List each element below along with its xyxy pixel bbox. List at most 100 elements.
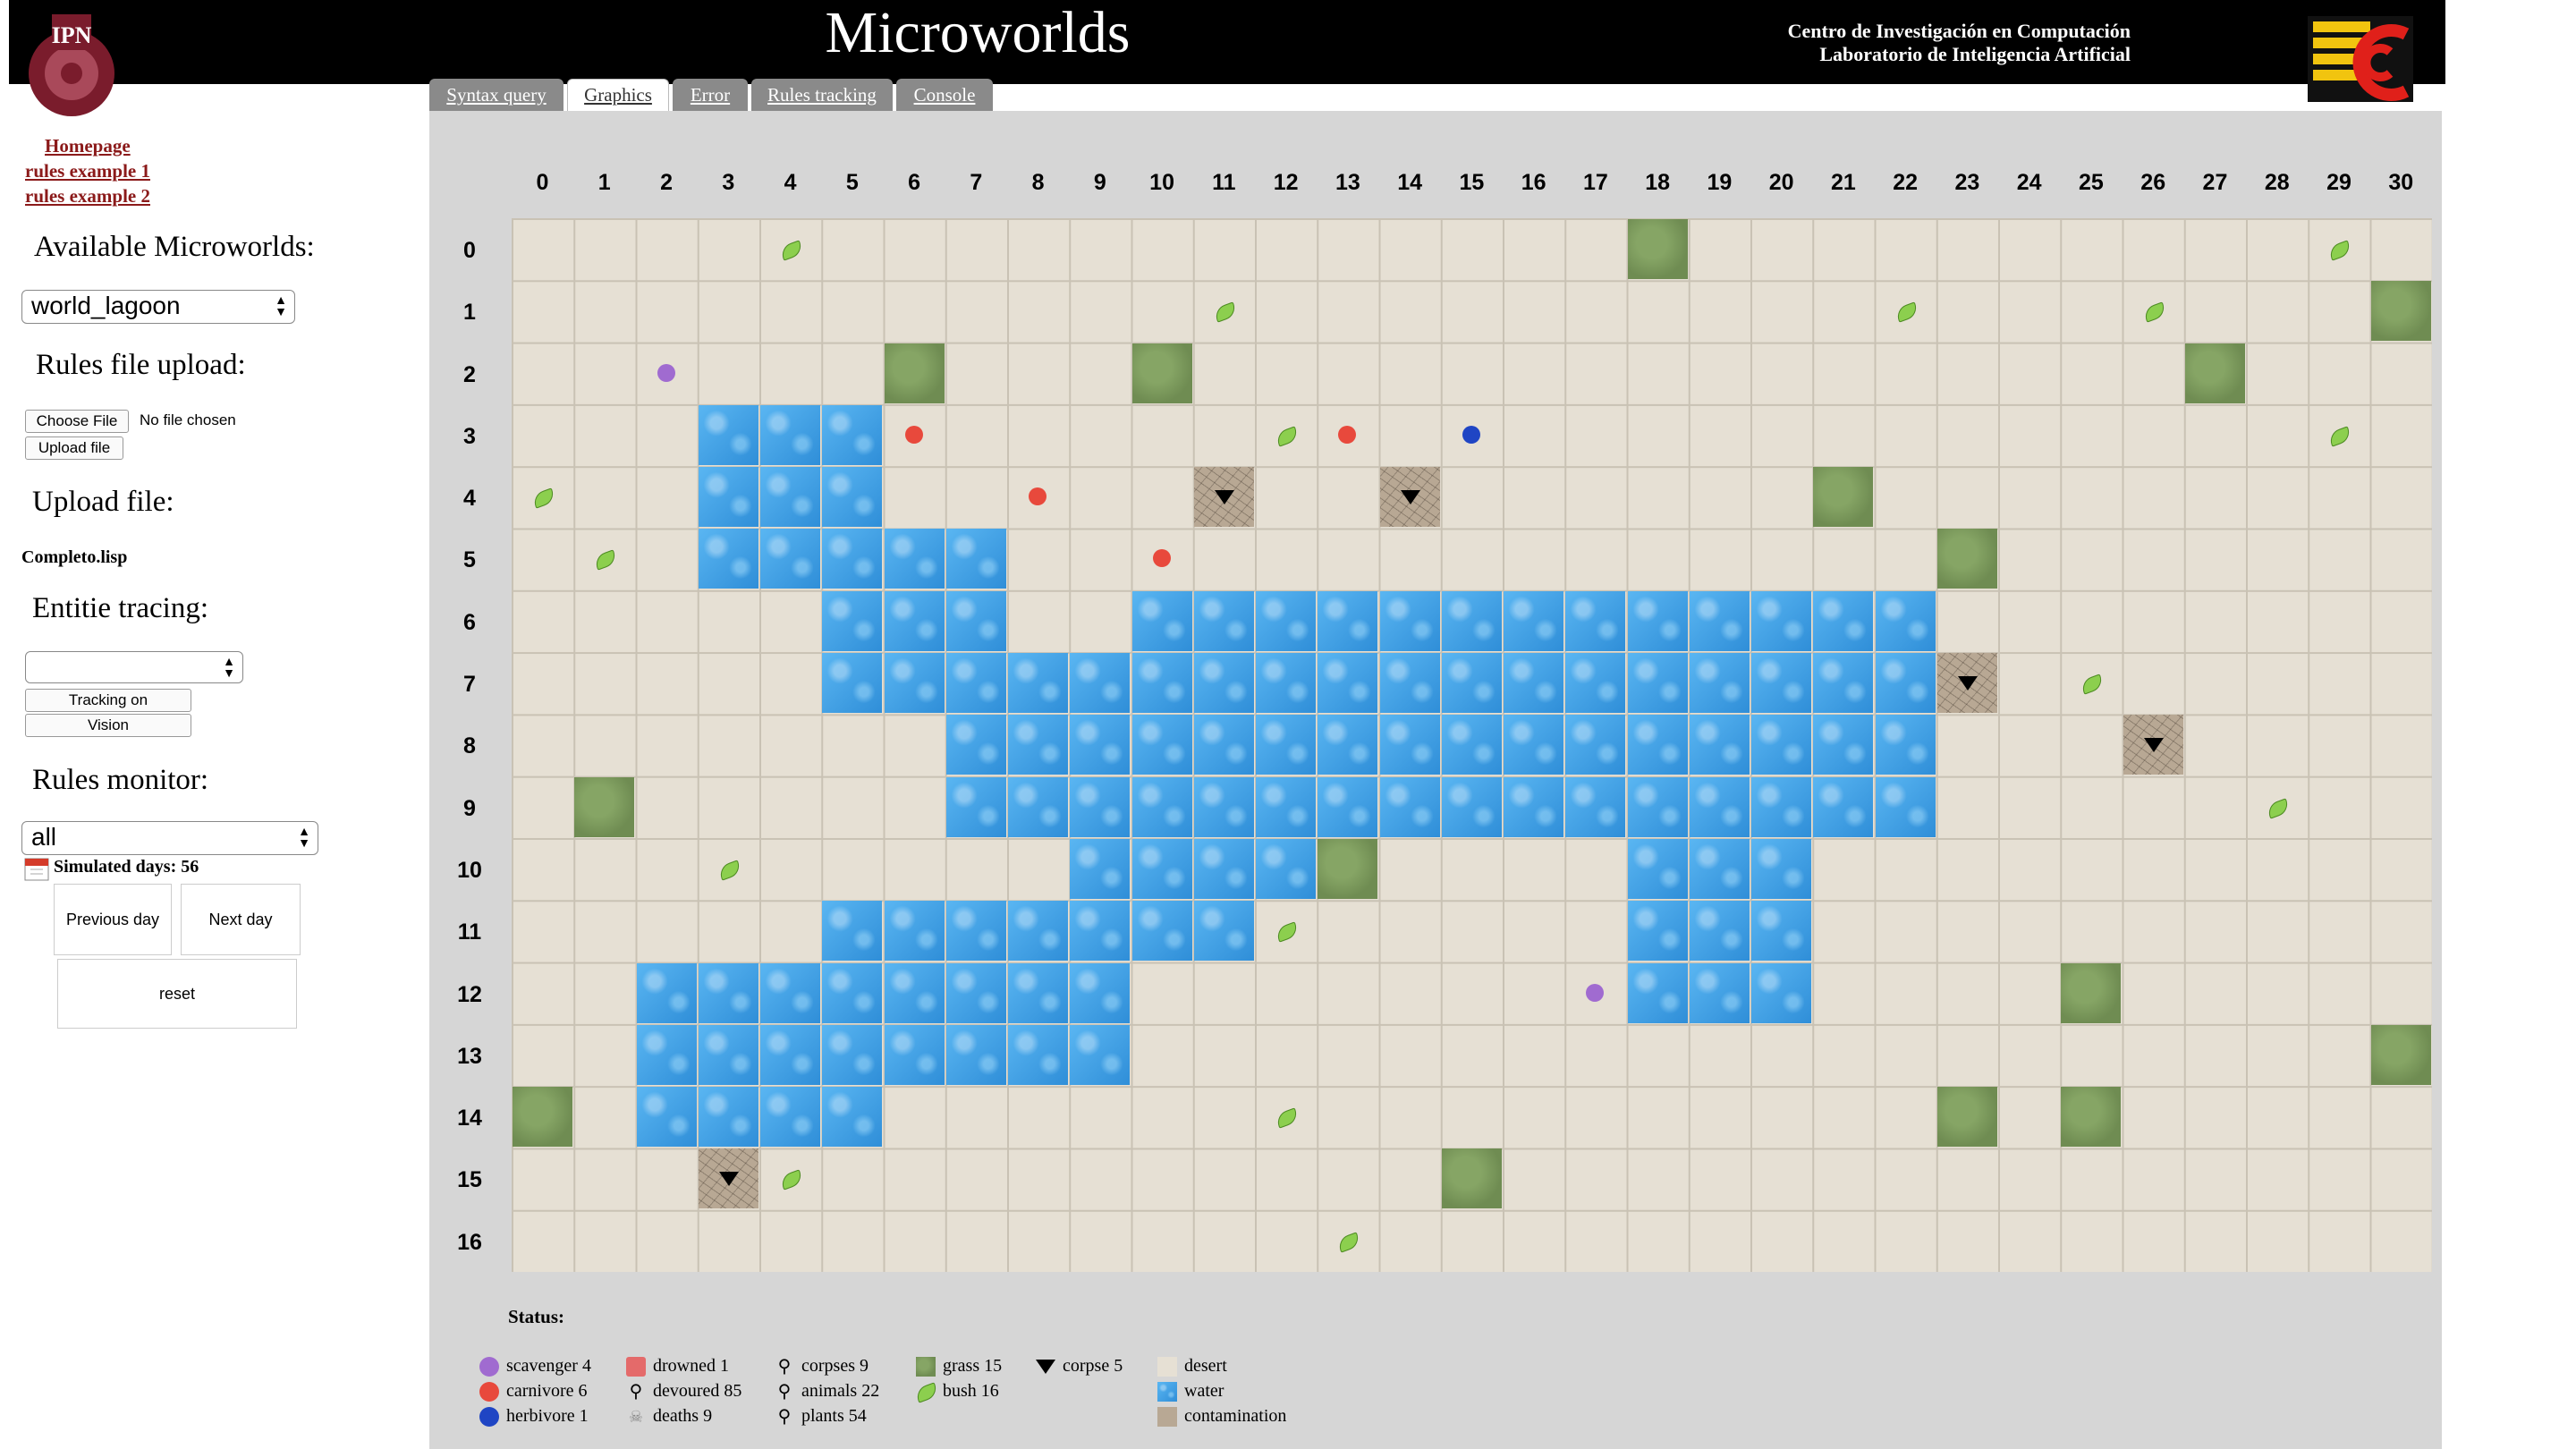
water-cell — [1813, 653, 1874, 714]
grass-cell — [2061, 962, 2122, 1023]
water-cell — [698, 529, 758, 589]
water-cell — [1627, 901, 1688, 962]
grass-cell — [1627, 219, 1688, 279]
water-cell — [822, 404, 883, 465]
microworld-select[interactable]: world_lagoon ▲ ▼ — [21, 290, 295, 324]
water-cell — [1131, 653, 1192, 714]
previous-day-button[interactable]: Previous day — [54, 884, 172, 955]
rules-monitor-label: Rules monitor: — [32, 764, 209, 796]
contaminated-corpse-cell — [1379, 467, 1440, 528]
vision-button[interactable]: Vision — [25, 714, 191, 737]
water-cell — [884, 529, 945, 589]
water-cell — [1875, 715, 1936, 775]
legend-deaths-text: deaths 9 — [653, 1406, 713, 1426]
water-cell — [1070, 962, 1131, 1023]
bush-icon — [2327, 240, 2353, 261]
carnivore-entity[interactable] — [1152, 549, 1171, 568]
water-cell — [822, 901, 883, 962]
available-microworlds-label: Available Microworlds: — [34, 231, 315, 263]
water-cell — [1318, 715, 1378, 775]
tab-rules-tracking[interactable]: Rules tracking — [751, 79, 893, 111]
top-bar: Microworlds Centro de Investigación en C… — [9, 0, 2445, 84]
row-label: 14 — [457, 1106, 482, 1131]
select-arrows-icon: ▲ ▼ — [298, 824, 310, 850]
water-cell — [1256, 776, 1317, 837]
entity-tracing-select[interactable]: ▲ ▼ — [25, 651, 243, 683]
scavenger-entity[interactable] — [657, 363, 675, 382]
column-label: 1 — [597, 170, 611, 195]
water-cell — [1627, 962, 1688, 1023]
legend-herbivore: herbivore 1 — [479, 1406, 589, 1427]
water-cell — [1875, 590, 1936, 651]
skull-icon: ☠ — [628, 1407, 644, 1426]
column-label: 18 — [1645, 170, 1671, 195]
next-day-button[interactable]: Next day — [181, 884, 301, 955]
upload-file-label: Upload file: — [32, 486, 174, 518]
bush-icon — [1275, 1107, 1301, 1129]
column-label: 7 — [970, 170, 983, 195]
homepage-link[interactable]: Homepage — [45, 135, 131, 157]
legend-desert: desert — [1157, 1356, 1227, 1377]
tab-syntax-query[interactable]: Syntax query — [429, 79, 564, 111]
row-label: 0 — [463, 238, 476, 263]
tracking-on-button[interactable]: Tracking on — [25, 689, 191, 712]
world-grid[interactable] — [512, 218, 2432, 1272]
water-cell — [1070, 776, 1131, 837]
water-cell — [636, 1024, 697, 1085]
rules-monitor-value: all — [31, 823, 57, 851]
row-label: 16 — [457, 1229, 482, 1255]
grass-cell — [2370, 1024, 2431, 1085]
water-cell — [1008, 653, 1069, 714]
column-label: 13 — [1335, 170, 1360, 195]
water-cell — [1504, 590, 1564, 651]
water-cell — [1751, 838, 1812, 899]
tab-console[interactable]: Console — [896, 79, 993, 111]
water-cell — [1504, 715, 1564, 775]
rules-example-1-link[interactable]: rules example 1 — [25, 160, 150, 182]
choose-file-button[interactable]: Choose File — [25, 410, 129, 433]
water-cell — [945, 776, 1006, 837]
bush-icon — [716, 860, 742, 881]
tab-error[interactable]: Error — [673, 79, 748, 111]
bush-icon — [1275, 426, 1301, 447]
grass-cell — [1813, 467, 1874, 528]
water-cell — [1318, 776, 1378, 837]
water-cell — [1008, 1024, 1069, 1085]
rules-example-2-link[interactable]: rules example 2 — [25, 185, 150, 208]
legend-drowned: drowned 1 — [626, 1356, 729, 1377]
calendar-icon — [24, 858, 49, 881]
entity-tracing-label: Entitie tracing: — [32, 592, 209, 624]
carnivore-entity[interactable] — [904, 425, 923, 444]
water-cell — [1131, 901, 1192, 962]
water-cell — [636, 1087, 697, 1148]
reset-button[interactable]: reset — [57, 959, 297, 1029]
column-label: 21 — [1831, 170, 1856, 195]
carnivore-entity[interactable] — [1029, 487, 1047, 506]
water-cell — [1318, 590, 1378, 651]
water-cell — [1627, 776, 1688, 837]
bone-icon: ⚲ — [629, 1381, 643, 1402]
row-label: 2 — [463, 361, 476, 387]
corpse-icon — [1036, 1357, 1055, 1377]
rules-monitor-select[interactable]: all ▲ ▼ — [21, 821, 318, 855]
water-cell — [822, 653, 883, 714]
upload-file-button[interactable]: Upload file — [25, 436, 123, 460]
water-cell — [1131, 715, 1192, 775]
water-cell — [945, 590, 1006, 651]
water-cell — [1813, 715, 1874, 775]
current-file-name: Completo.lisp — [21, 547, 128, 567]
select-arrows-icon: ▲ ▼ — [275, 292, 287, 318]
water-cell — [760, 1024, 821, 1085]
herbivore-entity[interactable] — [1462, 425, 1480, 444]
scavenger-entity[interactable] — [1586, 983, 1605, 1002]
water-cell — [1379, 590, 1440, 651]
column-label: 12 — [1273, 170, 1299, 195]
tab-graphics[interactable]: Graphics — [567, 79, 669, 111]
legend-bush-text: bush 16 — [943, 1381, 999, 1401]
bush-icon — [2327, 426, 2353, 447]
carnivore-entity[interactable] — [1338, 425, 1357, 444]
bush-icon — [779, 1169, 805, 1191]
water-cell — [822, 1024, 883, 1085]
water-cell — [1318, 653, 1378, 714]
water-cell — [945, 1024, 1006, 1085]
